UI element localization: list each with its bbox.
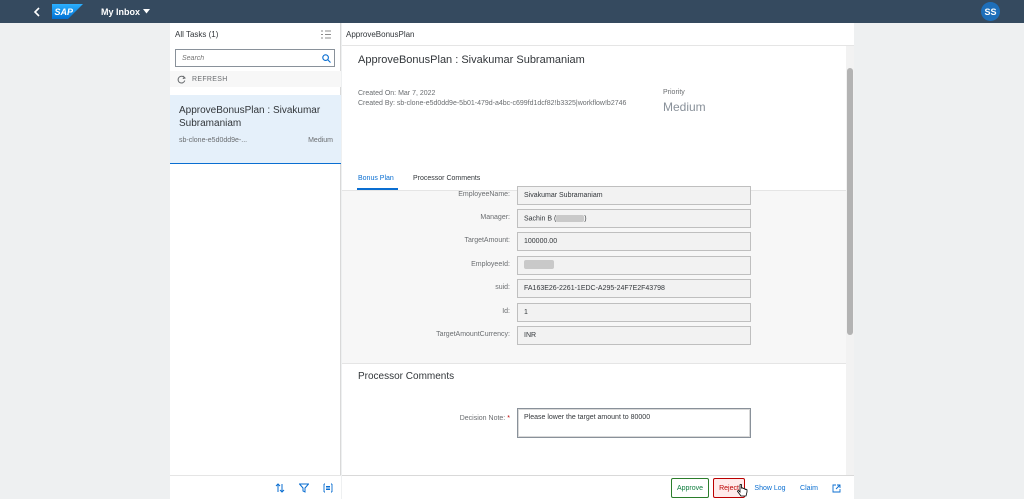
target-currency-field[interactable]: INR (517, 326, 751, 345)
filter-icon[interactable] (299, 483, 309, 493)
multi-select-icon[interactable] (321, 30, 331, 39)
back-icon[interactable] (30, 5, 44, 19)
task-list-item[interactable]: ApproveBonusPlan : Sivakumar Subramaniam… (170, 95, 341, 164)
field-label: EmployeeId: (471, 261, 510, 268)
task-list-header: All Tasks (1) (170, 23, 340, 46)
tab-processor-comments[interactable]: Processor Comments (413, 175, 480, 182)
form-row-suid: suid: FA163E26-2261-1EDC-A295-24F7E2F437… (342, 279, 846, 298)
detail-bar-title: ApproveBonusPlan (346, 30, 415, 39)
task-list-title: All Tasks (1) (175, 30, 219, 39)
manager-field[interactable]: Sachin B () (517, 209, 751, 228)
section-title: Processor Comments (358, 371, 455, 382)
form-row-employee-name: EmployeeName: Sivakumar Subramaniam (342, 186, 846, 205)
redacted-blur (524, 260, 554, 269)
created-on-text: Created On: Mar 7, 2022 (358, 90, 436, 97)
suid-field[interactable]: FA163E26-2261-1EDC-A295-24F7E2F43798 (517, 279, 751, 298)
employee-id-field[interactable] (517, 256, 751, 275)
task-item-priority: Medium (308, 137, 333, 144)
detail-footer-toolbar: Approve Reject Show Log Claim (342, 475, 854, 499)
scrollbar-thumb[interactable] (847, 68, 853, 335)
employee-name-field[interactable]: Sivakumar Subramaniam (517, 186, 751, 205)
redacted-blur (556, 215, 585, 222)
required-marker: * (507, 415, 510, 422)
app-title-menu[interactable]: My Inbox (101, 6, 151, 17)
refresh-button[interactable]: REFRESH (170, 71, 341, 87)
task-list-footer (170, 475, 341, 499)
field-label: Manager: (480, 214, 510, 221)
show-log-button[interactable]: Show Log (749, 478, 791, 498)
search-field[interactable] (175, 49, 335, 67)
field-label: TargetAmount: (464, 237, 510, 244)
id-field[interactable]: 1 (517, 303, 751, 322)
detail-scrollbar[interactable] (846, 46, 854, 475)
sap-logo[interactable]: SAP (52, 4, 83, 19)
field-label: suid: (495, 284, 510, 291)
form-row-target-currency: TargetAmountCurrency: INR (342, 326, 846, 345)
search-icon[interactable] (322, 53, 331, 63)
claim-button[interactable]: Claim (795, 478, 823, 498)
task-item-creator: sb-clone-e5d0dd9e-... (179, 137, 248, 144)
user-avatar[interactable]: SS (981, 2, 1000, 21)
priority-value: Medium (663, 100, 706, 114)
refresh-label: REFRESH (192, 75, 228, 83)
chevron-down-icon (143, 9, 151, 14)
priority-label: Priority (663, 89, 685, 96)
detail-title-bar: ApproveBonusPlan (342, 23, 854, 46)
object-title: ApproveBonusPlan : Sivakumar Subramaniam (358, 54, 585, 66)
form-row-employee-id: EmployeeId: (342, 256, 846, 275)
mouse-cursor-icon (737, 484, 748, 497)
decision-note-label: Decision Note: * (460, 415, 510, 422)
processor-comments-section: Processor Comments Decision Note: * Pleas… (342, 363, 846, 475)
manager-value-suffix: ) (584, 215, 587, 223)
approve-button[interactable]: Approve (671, 478, 709, 498)
sap-brand-text: SAP (55, 7, 75, 17)
field-label: EmployeeName: (458, 191, 510, 198)
manager-value: Sachin B ( (524, 215, 557, 223)
field-label: TargetAmountCurrency: (436, 331, 510, 338)
form-row-manager: Manager: Sachin B () (342, 209, 846, 228)
open-in-new-window-button[interactable] (829, 478, 843, 498)
search-input[interactable] (182, 54, 312, 62)
form-row-target-amount: TargetAmount: 100000.00 (342, 232, 846, 251)
decision-note-textarea[interactable]: Please lower the target amount to 80000 (517, 408, 751, 438)
external-link-icon (832, 484, 840, 492)
task-list-panel: All Tasks (1) REFRESH ApproveBonusPlan :… (170, 23, 341, 499)
sort-icon[interactable] (275, 482, 285, 493)
target-amount-field[interactable]: 100000.00 (517, 232, 751, 251)
task-item-title: ApproveBonusPlan : Sivakumar Subramaniam (179, 105, 321, 129)
group-icon[interactable] (323, 483, 333, 493)
refresh-icon (177, 75, 186, 84)
shell-header: SAP My Inbox SS (0, 0, 1024, 23)
form-row-id: Id: 1 (342, 303, 846, 322)
field-label: Id: (502, 308, 510, 315)
tab-bonus-plan[interactable]: Bonus Plan (358, 175, 394, 182)
decision-note-label-text: Decision Note: (459, 415, 506, 422)
object-attributes: Created On: Mar 7, 2022 Created By: sb-c… (358, 89, 626, 109)
app-title: My Inbox (101, 6, 141, 17)
task-detail-panel: ApproveBonusPlan ApproveBonusPlan : Siva… (342, 23, 854, 499)
created-by-text: Created By: sb-clone-e5d0dd9e-5b01-479d-… (358, 100, 627, 107)
